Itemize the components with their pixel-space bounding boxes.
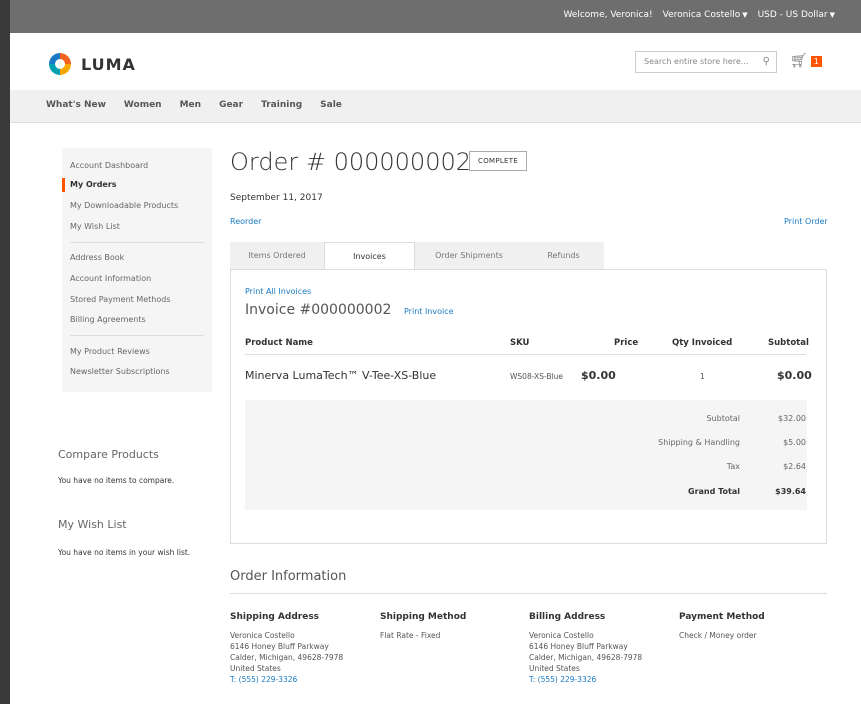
item-sku: WS08-XS-Blue	[510, 372, 563, 381]
active-indicator	[62, 178, 65, 192]
order-information-divider	[230, 593, 827, 594]
order-tabs: Items Ordered Invoices Order Shipments R…	[230, 242, 604, 271]
top-bar: Welcome, Veronica! Veronica Costello ▼ US…	[10, 0, 861, 33]
col-header-qty-invoiced: Qty Invoiced	[672, 338, 733, 348]
shipping-address-line: United States	[230, 664, 281, 673]
table-header-divider	[245, 354, 806, 355]
sidebar-item-wish-list[interactable]: My Wish List	[70, 222, 120, 231]
reorder-link[interactable]: Reorder	[230, 217, 261, 226]
totals-shipping-label: Shipping & Handling	[658, 438, 740, 447]
sidebar-item-product-reviews[interactable]: My Product Reviews	[70, 347, 150, 356]
currency-switcher[interactable]: USD - US Dollar ▼	[758, 10, 835, 20]
account-name: Veronica Costello	[662, 10, 741, 20]
billing-address-line: United States	[529, 664, 580, 673]
luma-logo-icon	[49, 53, 71, 75]
nav-item-men[interactable]: Men	[180, 100, 201, 110]
wish-list-title: My Wish List	[58, 518, 127, 531]
col-header-subtotal: Subtotal	[768, 338, 809, 348]
totals-subtotal-label: Subtotal	[706, 414, 740, 423]
tab-refunds[interactable]: Refunds	[523, 242, 604, 270]
nav-item-training[interactable]: Training	[261, 100, 302, 110]
chevron-down-icon: ▼	[742, 11, 748, 19]
logo[interactable]: LUMA	[48, 52, 136, 76]
account-menu[interactable]: Veronica Costello ▼	[663, 10, 748, 20]
item-price: $0.00	[581, 369, 616, 382]
totals-grand-total-label: Grand Total	[688, 487, 740, 496]
col-header-price: Price	[614, 338, 639, 348]
shipping-address-line: 6146 Honey Bluff Parkway	[230, 642, 329, 651]
item-qty-invoiced: 1	[700, 372, 705, 381]
totals-subtotal-value: $32.00	[778, 414, 806, 423]
nav-item-women[interactable]: Women	[124, 100, 162, 110]
tab-items-ordered[interactable]: Items Ordered	[230, 242, 324, 270]
wish-list-empty-text: You have no items in your wish list.	[58, 548, 191, 557]
cart-icon: 🛒︎	[790, 53, 808, 69]
sidebar-item-account-information[interactable]: Account Information	[70, 274, 151, 283]
compare-products-title: Compare Products	[58, 448, 159, 461]
order-date: September 11, 2017	[230, 193, 323, 203]
nav-item-gear[interactable]: Gear	[219, 100, 243, 110]
shipping-address-phone[interactable]: T: (555) 229-3326	[230, 675, 297, 684]
shipping-address-line: Calder, Michigan, 49628-7978	[230, 653, 344, 662]
payment-method-title: Payment Method	[679, 612, 765, 622]
search-placeholder: Search entire store here...	[644, 57, 749, 66]
welcome-text: Welcome, Veronica!	[563, 10, 653, 20]
minicart[interactable]: 🛒︎ 1	[790, 53, 822, 69]
shipping-address-line: Veronica Costello	[230, 631, 295, 640]
sidebar-item-downloadable-products[interactable]: My Downloadable Products	[70, 201, 178, 210]
item-product-name: Minerva LumaTech™ V-Tee-XS-Blue	[245, 369, 437, 382]
item-subtotal: $0.00	[777, 369, 812, 382]
order-information-title: Order Information	[230, 569, 347, 584]
print-invoice-link[interactable]: Print Invoice	[404, 307, 454, 316]
tab-order-shipments[interactable]: Order Shipments	[415, 242, 523, 270]
print-all-invoices-link[interactable]: Print All Invoices	[245, 287, 311, 296]
currency-label: USD - US Dollar	[757, 10, 828, 20]
order-status-badge: COMPLETE	[469, 151, 528, 171]
nav-item-sale[interactable]: Sale	[320, 100, 342, 110]
sidebar-item-newsletter-subscriptions[interactable]: Newsletter Subscriptions	[70, 367, 170, 376]
page-title: Order # 000000002	[230, 148, 471, 176]
invoice-title: Invoice #000000002	[245, 302, 392, 318]
totals-tax-label: Tax	[726, 462, 740, 471]
sidebar-item-account-dashboard[interactable]: Account Dashboard	[70, 161, 148, 170]
main-nav: What's New Women Men Gear Training Sale	[10, 90, 861, 123]
totals-grand-total-value: $39.64	[775, 487, 806, 496]
sidebar-item-my-orders[interactable]: My Orders	[70, 180, 117, 189]
billing-address-line: Calder, Michigan, 49628-7978	[529, 653, 643, 662]
nav-item-whats-new[interactable]: What's New	[46, 100, 106, 110]
totals-tax-value: $2.64	[783, 462, 806, 471]
search-icon[interactable]: ⚲	[763, 56, 770, 67]
sidebar-divider	[70, 242, 204, 243]
sidebar-item-billing-agreements[interactable]: Billing Agreements	[70, 315, 146, 324]
shipping-method-value: Flat Rate - Fixed	[380, 631, 441, 640]
shipping-method-title: Shipping Method	[380, 612, 467, 622]
billing-address-phone[interactable]: T: (555) 229-3326	[529, 675, 596, 684]
chevron-down-icon: ▼	[829, 11, 835, 19]
tab-invoices[interactable]: Invoices	[324, 242, 415, 271]
shipping-address-title: Shipping Address	[230, 612, 320, 622]
logo-text: LUMA	[81, 54, 136, 74]
sidebar-divider	[70, 335, 204, 336]
payment-method-value: Check / Money order	[679, 631, 757, 640]
page-frame: Welcome, Veronica! Veronica Costello ▼ US…	[10, 0, 861, 704]
billing-address-title: Billing Address	[529, 612, 606, 622]
compare-products-empty-text: You have no items to compare.	[58, 476, 175, 485]
search-input[interactable]: Search entire store here... ⚲	[635, 51, 777, 73]
print-order-link[interactable]: Print Order	[784, 217, 828, 226]
billing-address-line: 6146 Honey Bluff Parkway	[529, 642, 628, 651]
cart-count-badge: 1	[810, 55, 822, 67]
billing-address-line: Veronica Costello	[529, 631, 594, 640]
sidebar-item-stored-payment-methods[interactable]: Stored Payment Methods	[70, 295, 171, 304]
col-header-sku: SKU	[510, 338, 530, 348]
totals-shipping-value: $5.00	[783, 438, 806, 447]
sidebar-item-address-book[interactable]: Address Book	[70, 253, 124, 262]
col-header-product-name: Product Name	[245, 338, 313, 348]
